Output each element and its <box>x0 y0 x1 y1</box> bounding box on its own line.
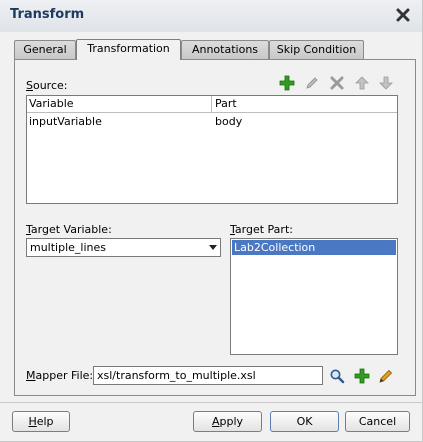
list-item[interactable]: Lab2Collection <box>232 240 396 255</box>
ok-label: OK <box>296 415 313 428</box>
apply-button[interactable]: Apply <box>193 411 262 432</box>
column-header-variable[interactable]: Variable <box>29 97 74 110</box>
table-row[interactable]: inputVariable body <box>27 114 397 131</box>
apply-label-rest: pply <box>219 415 244 428</box>
cell-part: body <box>215 115 243 128</box>
add-mapper-icon[interactable] <box>354 368 370 384</box>
ok-button[interactable]: OK <box>270 411 339 432</box>
mapper-file-input[interactable] <box>93 366 323 385</box>
tab-transformation-label: Transformation <box>87 42 170 55</box>
mapper-file-label-rest: apper File: <box>35 369 94 382</box>
help-label-rest: elp <box>36 415 54 428</box>
tab-skip-condition-label: Skip Condition <box>276 43 357 56</box>
tab-general[interactable]: General <box>14 40 76 59</box>
cell-variable: inputVariable <box>29 115 102 128</box>
target-variable-value: multiple_lines <box>30 241 107 254</box>
target-variable-label-rest: arget Variable: <box>30 223 112 236</box>
cancel-label: Cancel <box>358 415 397 428</box>
column-header-part[interactable]: Part <box>215 97 237 110</box>
source-label: Source: <box>26 79 68 92</box>
mapper-file-label: Mapper File: <box>26 369 93 382</box>
close-icon[interactable] <box>396 8 410 22</box>
tab-annotations-label: Annotations <box>191 43 259 56</box>
target-part-list[interactable]: Lab2Collection <box>230 238 398 355</box>
cancel-button[interactable]: Cancel <box>345 411 410 432</box>
tab-annotations[interactable]: Annotations <box>181 40 269 59</box>
add-icon[interactable] <box>279 75 295 91</box>
source-table-header: Variable Part <box>27 96 397 113</box>
target-variable-label: Target Variable: <box>26 223 112 236</box>
dialog-title: Transform <box>10 7 85 22</box>
edit-icon <box>304 75 320 91</box>
apply-mnemonic: A <box>211 415 220 428</box>
help-button[interactable]: Help <box>12 411 70 432</box>
tab-general-label: General <box>23 43 67 56</box>
tab-skip-condition[interactable]: Skip Condition <box>269 40 364 59</box>
edit-mapper-icon[interactable] <box>378 368 394 384</box>
source-table[interactable]: Variable Part inputVariable body <box>26 95 398 204</box>
target-variable-select[interactable]: multiple_lines <box>26 238 221 257</box>
delete-icon <box>329 75 345 91</box>
target-part-label: Target Part: <box>230 223 293 236</box>
mapper-file-label-mnemonic: M <box>26 369 36 382</box>
help-mnemonic: H <box>28 415 37 428</box>
move-up-icon <box>354 75 370 91</box>
chevron-down-icon <box>209 245 217 250</box>
transform-dialog: Transform General Transformation Annotat… <box>0 0 423 442</box>
move-down-icon <box>378 75 394 91</box>
tab-transformation[interactable]: Transformation <box>76 39 181 60</box>
title-bar: Transform <box>0 0 422 32</box>
button-bar-separator <box>0 402 422 403</box>
search-icon[interactable] <box>329 368 345 384</box>
source-label-mnemonic: S <box>26 79 33 92</box>
source-label-rest: ource: <box>32 79 68 92</box>
target-part-label-rest: arget Part: <box>234 223 293 236</box>
column-divider <box>211 96 212 113</box>
